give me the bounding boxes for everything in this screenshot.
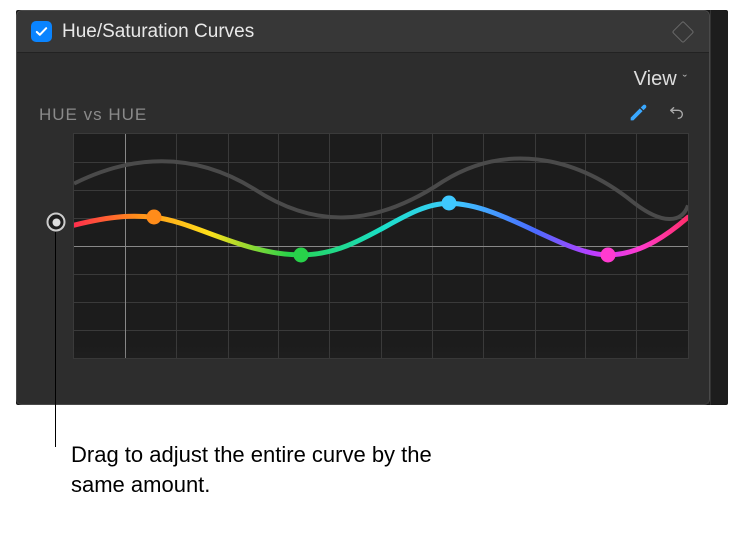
control-point-orange[interactable] xyxy=(146,209,161,224)
curve-master-handle[interactable] xyxy=(47,213,66,232)
keyframe-diamond-icon[interactable] xyxy=(672,20,695,43)
reset-icon[interactable] xyxy=(667,103,687,128)
check-icon xyxy=(34,24,49,39)
callout-text: Drag to adjust the entire curve by the s… xyxy=(71,440,451,499)
panel-title: Hue/Saturation Curves xyxy=(62,21,675,43)
scrollbar[interactable] xyxy=(710,10,728,405)
eyedropper-icon[interactable] xyxy=(627,102,649,129)
hue-saturation-panel: Hue/Saturation Curves View ˇ HUE vs HUE xyxy=(16,10,710,405)
callout-leader-line xyxy=(55,232,56,447)
control-point-green[interactable] xyxy=(294,247,309,262)
enable-checkbox[interactable] xyxy=(31,21,52,42)
hue-vs-hue-graph[interactable] xyxy=(73,133,689,359)
view-label: View xyxy=(634,68,677,91)
panel-header: Hue/Saturation Curves xyxy=(17,11,709,53)
view-dropdown[interactable]: View ˇ xyxy=(634,68,687,91)
control-point-cyan[interactable] xyxy=(441,196,456,211)
control-point-magenta[interactable] xyxy=(601,247,616,262)
curve-title: HUE vs HUE xyxy=(39,105,627,125)
chevron-down-icon: ˇ xyxy=(683,72,687,87)
hue-curve[interactable] xyxy=(74,134,688,358)
